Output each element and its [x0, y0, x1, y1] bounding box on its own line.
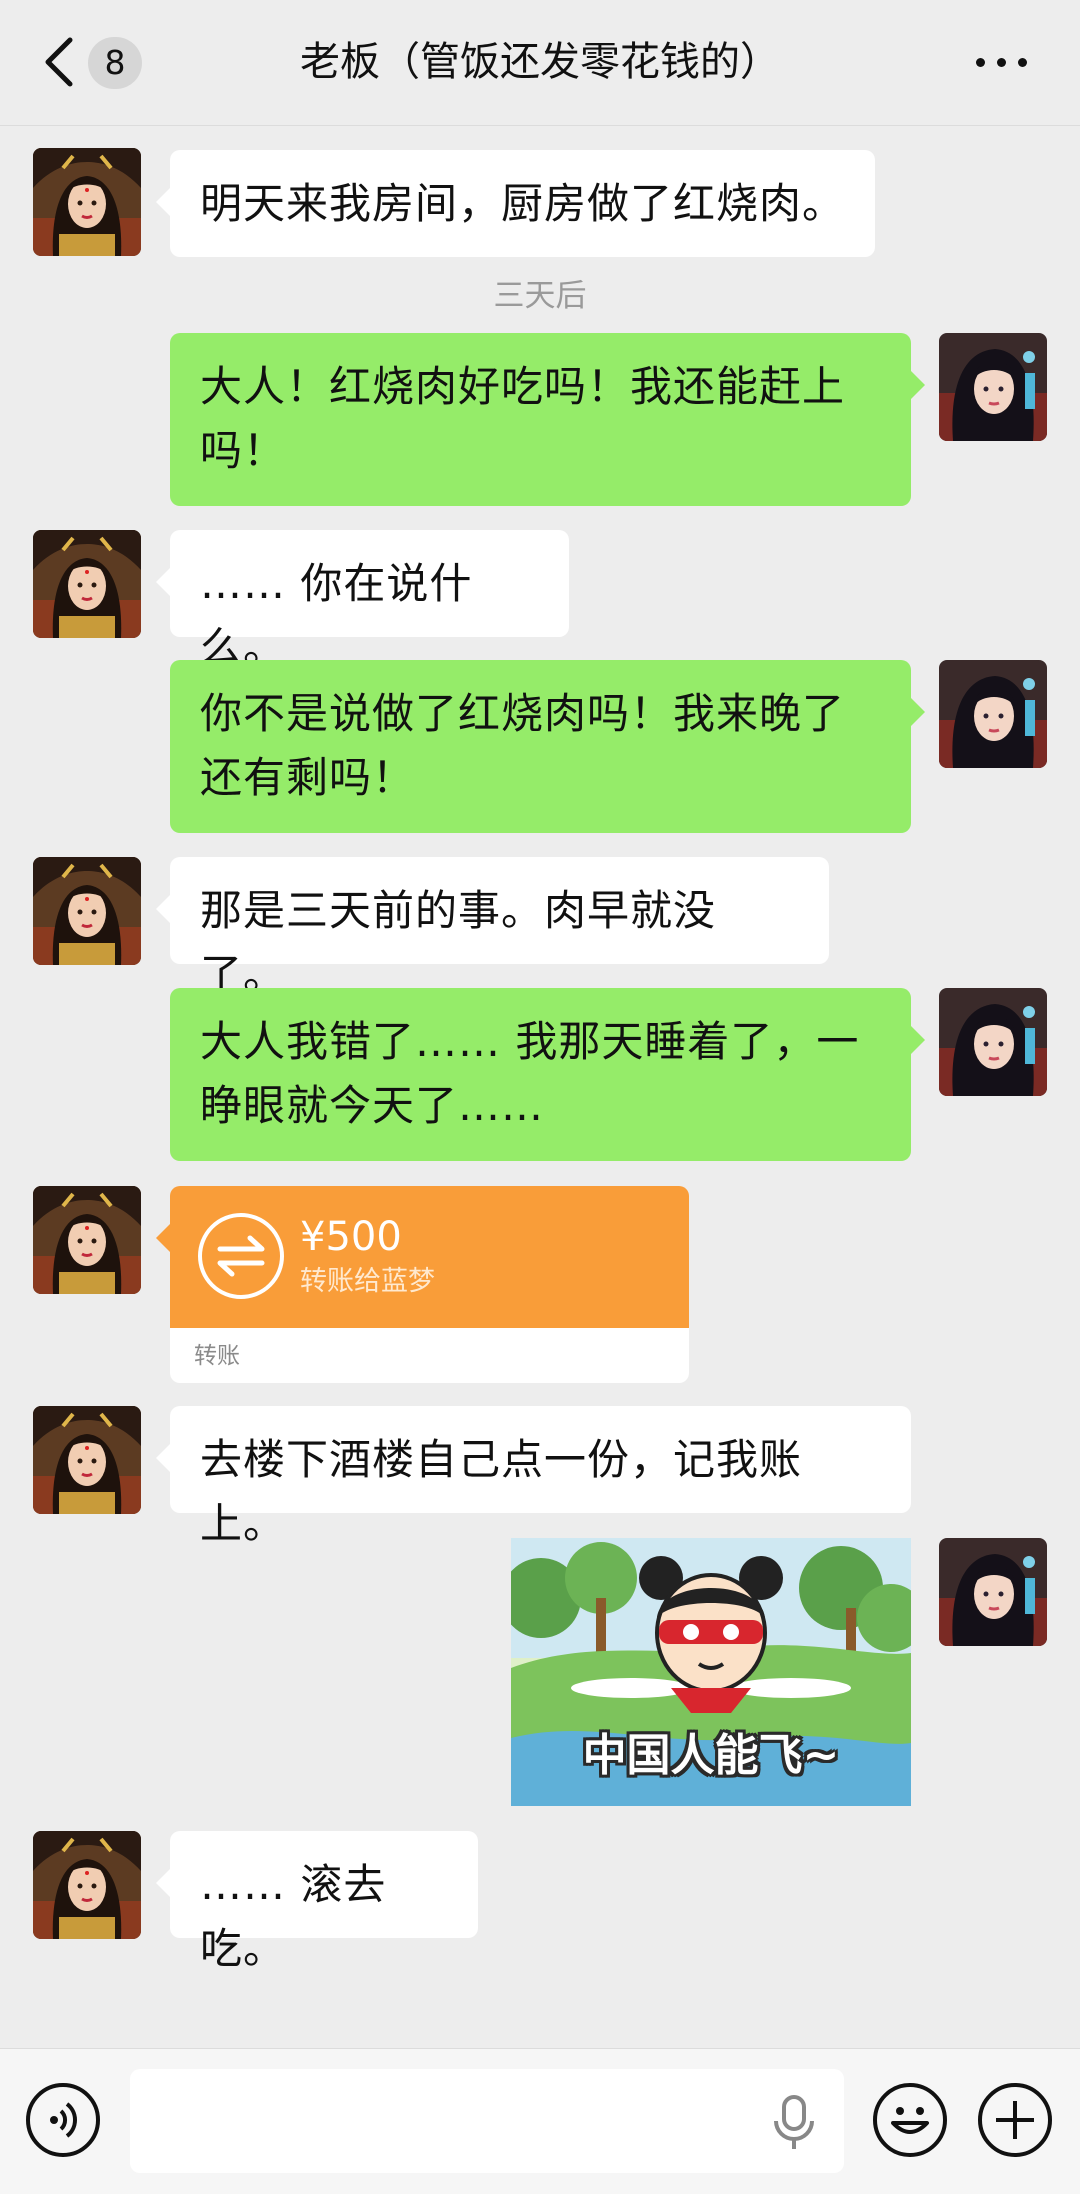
message-text-line: 大人我错了…… 我那天睡着了，一: [200, 1017, 860, 1066]
message-bubble-incoming[interactable]: 明天来我房间，厨房做了红烧肉。: [156, 150, 875, 257]
chat-title: 老板（管饭还发零花钱的）: [300, 39, 780, 85]
avatar-boss[interactable]: [33, 1406, 141, 1514]
bubble-tail: [156, 1224, 170, 1252]
unread-count-badge[interactable]: 8: [88, 37, 142, 89]
transfer-card-footer: 转账: [170, 1328, 689, 1383]
transfer-recipient: 转账给蓝梦: [300, 1266, 435, 1297]
chat-header: 8 老板（管饭还发零花钱的）: [0, 0, 1080, 126]
message-text: 明天来我房间，厨房做了红烧肉。: [200, 179, 846, 228]
more-icon[interactable]: [976, 58, 1028, 68]
transfer-icon: [198, 1213, 284, 1299]
message-text-line: 吗！: [200, 426, 287, 475]
sticker-image[interactable]: 中国人能飞~: [511, 1538, 911, 1806]
avatar-boss[interactable]: [33, 148, 141, 256]
transfer-amount: ¥500: [300, 1214, 402, 1260]
avatar-boss[interactable]: [33, 530, 141, 638]
avatar-boss[interactable]: [33, 1186, 141, 1294]
plus-icon[interactable]: [978, 2083, 1052, 2157]
avatar-me[interactable]: [939, 1538, 1047, 1646]
message-text: …… 你在说什么。: [200, 559, 473, 672]
transfer-card[interactable]: ¥500 转账给蓝梦 转账: [156, 1186, 689, 1383]
message-bubble-incoming[interactable]: …… 你在说什么。: [156, 530, 569, 672]
message-input[interactable]: [130, 2069, 844, 2173]
message-text: …… 滚去吃。: [200, 1860, 387, 1973]
input-bar: [0, 2048, 1080, 2194]
message-bubble-outgoing[interactable]: 大人我错了…… 我那天睡着了，一 睁眼就今天了……: [170, 988, 925, 1161]
timestamp: 三天后: [493, 278, 587, 314]
avatar-me[interactable]: [939, 333, 1047, 441]
sticker-caption: 中国人能飞~: [582, 1730, 840, 1781]
message-bubble-incoming[interactable]: …… 滚去吃。: [156, 1831, 478, 1973]
message-bubble-outgoing[interactable]: 大人！红烧肉好吃吗！我还能赶上 吗！: [170, 333, 925, 506]
avatar-boss[interactable]: [33, 1831, 141, 1939]
message-text-line: 睁眼就今天了……: [200, 1081, 545, 1130]
message-bubble-incoming[interactable]: 那是三天前的事。肉早就没了。: [156, 857, 829, 999]
message-text-line: 还有剩吗！: [200, 753, 416, 802]
transfer-card-body: ¥500 转账给蓝梦: [170, 1186, 689, 1328]
voice-icon[interactable]: [26, 2083, 100, 2157]
back-icon[interactable]: [40, 36, 80, 88]
message-text: 去楼下酒楼自己点一份，记我账上。: [200, 1435, 803, 1548]
message-text: 那是三天前的事。肉早就没了。: [200, 886, 717, 999]
avatar-boss[interactable]: [33, 857, 141, 965]
transfer-type-label: 转账: [194, 1343, 240, 1369]
avatar-me[interactable]: [939, 988, 1047, 1096]
emoji-icon[interactable]: [873, 2083, 947, 2157]
message-text-line: 大人！红烧肉好吃吗！我还能赶上: [200, 362, 846, 411]
message-text-line: 你不是说做了红烧肉吗！我来晚了: [200, 689, 846, 738]
microphone-icon[interactable]: [772, 2093, 816, 2151]
message-bubble-incoming[interactable]: 去楼下酒楼自己点一份，记我账上。: [156, 1406, 911, 1548]
message-bubble-outgoing[interactable]: 你不是说做了红烧肉吗！我来晚了 还有剩吗！: [170, 660, 925, 833]
avatar-me[interactable]: [939, 660, 1047, 768]
